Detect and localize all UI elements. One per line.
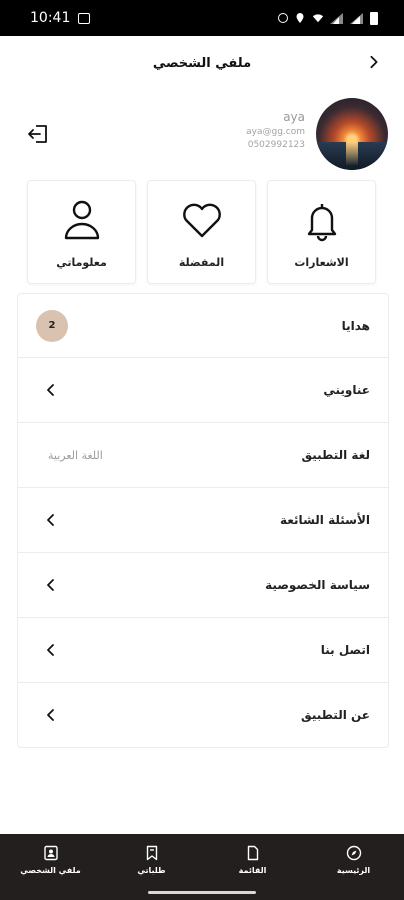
card-favorites[interactable]: المفضلة [147,180,256,284]
signal-icon [350,12,363,24]
card-label: المفضلة [178,255,225,269]
battery-icon [370,11,378,25]
card-label: معلوماتي [56,255,107,269]
nav-item-home[interactable]: الرئيسية [303,845,404,875]
list-item-contact[interactable]: اتصل بنا [17,618,389,683]
list-item-label: اتصل بنا [320,643,370,657]
profile-icon [43,845,58,861]
language-value: اللغة العربية [48,448,103,462]
bell-icon [307,203,336,241]
list-item-label: سياسة الخصوصية [265,578,370,592]
card-notifications[interactable]: الاشعارات [267,180,376,284]
list-item-label: لغة التطبيق [301,448,370,462]
card-label: الاشعارات [294,255,349,269]
profile-section: aya aya@gg.com 0502992123 [0,98,404,172]
list-item-addresses[interactable]: عناويني [17,358,389,423]
list-item-label: الأسئلة الشائعة [280,513,370,527]
list-item-about[interactable]: عن التطبيق [17,683,389,748]
back-chevron-icon[interactable] [362,50,386,74]
signal-icon [330,12,343,24]
nav-item-profile[interactable]: ملفي الشخصي [0,845,101,875]
page-title: ملفي الشخصي [152,55,252,71]
list-item-gifts[interactable]: 2 هدايا [17,293,389,358]
compass-icon [346,845,361,861]
card-my-info[interactable]: معلوماتي [27,180,136,284]
nav-item-orders[interactable]: طلباتي [101,845,202,875]
list-item-faq[interactable]: الأسئلة الشائعة [17,488,389,553]
bookmark-icon [146,845,157,861]
chevron-left-icon [47,514,54,526]
list-item-language[interactable]: اللغة العربية لغة التطبيق [17,423,389,488]
logout-icon[interactable] [26,122,50,146]
quick-cards: معلوماتي المفضلة الاشعارات [27,180,377,284]
menu-doc-icon [247,845,258,861]
list-item-label: هدايا [341,318,370,333]
heart-icon [182,203,221,237]
wifi-icon [312,14,324,23]
nav-label: القائمة [238,866,267,875]
user-info: aya aya@gg.com 0502992123 [246,110,305,150]
nav-label: طلباتي [137,866,166,875]
nav-item-menu[interactable]: القائمة [202,845,303,875]
settings-list: 2 هدايا عناويني اللغة العربية لغة التطبي… [17,293,389,748]
user-phone: 0502992123 [247,140,305,150]
chevron-left-icon [47,644,54,656]
chevron-left-icon [47,709,54,721]
user-email: aya@gg.com [246,127,305,137]
avatar[interactable] [316,98,388,170]
location-icon [296,13,304,23]
gifts-count-badge: 2 [36,309,68,342]
user-icon [64,200,99,239]
list-item-label: عناويني [323,383,370,397]
bottom-nav: ملفي الشخصي طلباتي القائمة الرئيسية [0,834,404,900]
home-indicator[interactable] [148,891,256,894]
status-bar: 10:41 [0,0,404,36]
status-time: 10:41 [30,10,71,26]
app-header: ملفي الشخصي [0,36,404,90]
user-name: aya [283,110,305,124]
chevron-left-icon [47,384,54,396]
list-item-privacy[interactable]: سياسة الخصوصية [17,553,389,618]
gallery-icon [78,12,91,24]
alarm-icon [278,13,288,23]
chevron-left-icon [47,579,54,591]
nav-label: ملفي الشخصي [20,866,81,875]
nav-label: الرئيسية [336,866,371,875]
list-item-label: عن التطبيق [301,708,370,722]
